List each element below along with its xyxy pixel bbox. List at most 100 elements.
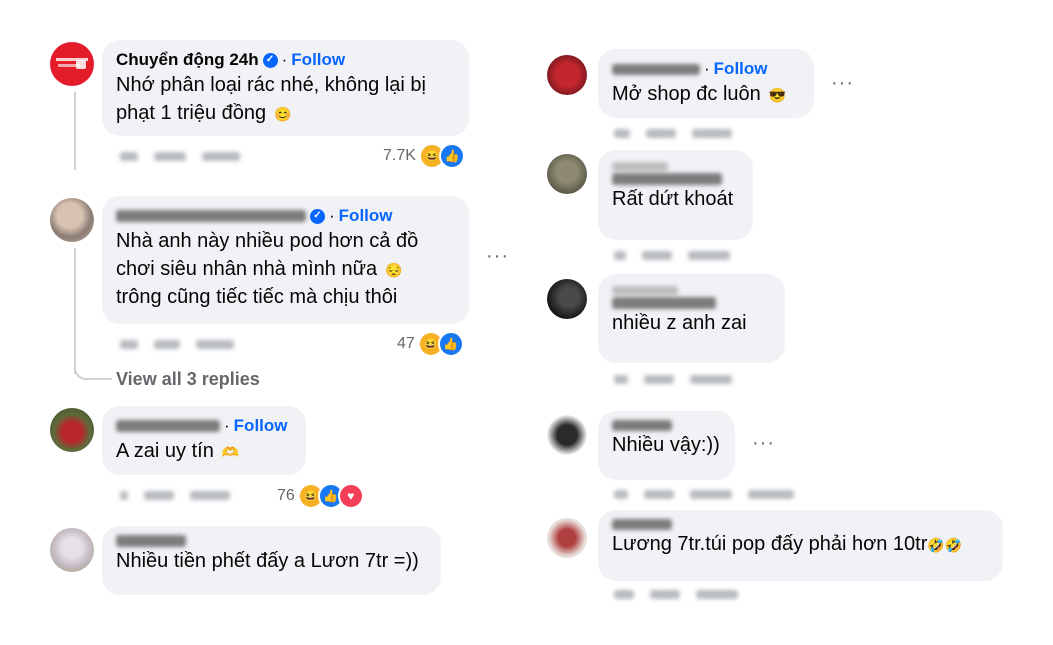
reaction-summary[interactable]: 47 😆 👍 <box>397 331 464 357</box>
avatar[interactable] <box>50 528 94 572</box>
edited-label <box>748 489 794 499</box>
comment-actions <box>120 337 234 351</box>
comment-bubble: Nhiều vậy:)) <box>598 411 735 480</box>
commenter-name[interactable] <box>612 519 672 530</box>
comment-text-line: Nhiều vậy:)) <box>612 434 720 456</box>
reaction-summary[interactable]: 7.7K 😆 👍 <box>383 143 465 169</box>
like-action[interactable] <box>650 589 680 599</box>
commenter-name[interactable]: Chuyển động 24h <box>116 49 259 71</box>
comment-text-line: phạt 1 triệu đồng <box>116 102 267 124</box>
love-reaction-icon: ♥ <box>337 483 364 509</box>
like-action[interactable] <box>154 339 180 349</box>
thread-elbow <box>74 356 112 380</box>
comment-bubble: Lương 7tr.túi pop đấy phải hơn 10tr🤣🤣 <box>598 510 1003 581</box>
like-action[interactable] <box>644 489 674 499</box>
time-label <box>120 490 128 500</box>
reply-action[interactable] <box>692 128 732 138</box>
more-options-icon[interactable]: ··· <box>486 245 509 268</box>
comment-text-line: nhiều z anh zai <box>612 312 747 334</box>
time-label <box>614 374 628 384</box>
like-action[interactable] <box>144 490 174 500</box>
comment-text-line: Nhà anh này nhiều pod hơn cả đồ <box>116 230 419 252</box>
comment-bubble: · Follow Mở shop đc luôn 😎 <box>598 49 814 118</box>
commenter-name[interactable] <box>612 63 700 75</box>
verified-badge-icon: ✓ <box>262 52 278 68</box>
avatar[interactable] <box>50 198 94 242</box>
time-label <box>120 339 138 349</box>
commenter-name[interactable] <box>612 297 716 309</box>
like-reaction-icon: 👍 <box>438 143 465 169</box>
view-replies-link[interactable]: View all 3 replies <box>116 369 260 390</box>
time-label <box>614 489 628 499</box>
comment-bubble: ✓ · Follow Nhà anh này nhiều pod hơn cả … <box>102 196 469 324</box>
comment-actions <box>614 587 738 601</box>
commenter-name[interactable] <box>116 535 186 547</box>
rofl-emoji-icon: 🤣🤣 <box>927 536 963 553</box>
comment-bubble: Rất dứt khoát <box>598 150 753 240</box>
reply-action[interactable] <box>688 250 730 260</box>
verified-badge-icon: ✓ <box>310 208 325 224</box>
comment-text-line: trông cũng tiếc tiếc mà chịu thôi <box>116 286 398 308</box>
reply-action[interactable] <box>690 489 732 499</box>
reaction-count: 76 <box>277 487 295 504</box>
comment-text-line: A zai uy tín <box>116 440 214 462</box>
reply-action[interactable] <box>202 151 240 161</box>
commenter-name[interactable] <box>612 420 672 431</box>
commenter-name[interactable] <box>116 420 220 432</box>
reaction-count: 47 <box>397 335 415 352</box>
comment-bubble: nhiều z anh zai <box>598 274 785 363</box>
like-action[interactable] <box>642 250 672 260</box>
comment-actions <box>120 488 230 502</box>
comment-bubble: Nhiều tiền phết đấy a Lươn 7tr =)) <box>102 526 441 595</box>
thread-line <box>74 92 76 170</box>
avatar[interactable] <box>547 154 587 194</box>
reply-action[interactable] <box>690 374 732 384</box>
comment-actions <box>614 248 730 262</box>
reply-action[interactable] <box>696 589 738 599</box>
time-label <box>614 128 630 138</box>
follow-button[interactable]: Follow <box>234 415 288 437</box>
comment-bubble: Chuyển động 24h ✓ · Follow Nhớ phân loại… <box>102 40 469 136</box>
avatar[interactable] <box>50 408 94 452</box>
follow-button[interactable]: Follow <box>714 58 768 80</box>
comment-text-line: Mở shop đc luôn <box>612 83 761 105</box>
more-options-icon[interactable]: ··· <box>752 432 775 455</box>
time-label <box>120 151 138 161</box>
reaction-count: 7.7K <box>383 147 416 164</box>
commenter-name[interactable] <box>612 173 722 185</box>
comment-text-line: Rất dứt khoát <box>612 188 734 210</box>
comment-text-line: Nhớ phân loại rác nhé, không lại bị <box>116 74 426 96</box>
more-options-icon[interactable]: ··· <box>831 72 854 95</box>
comment-text-line: chơi siêu nhân nhà mình nữa <box>116 258 378 280</box>
comment-bubble: · Follow A zai uy tín 🫶 <box>102 406 306 475</box>
avatar[interactable] <box>547 518 587 558</box>
like-reaction-icon: 👍 <box>437 331 464 357</box>
sunglasses-emoji-icon: 😎 <box>768 86 787 103</box>
follow-button[interactable]: Follow <box>291 49 345 71</box>
comment-actions <box>614 487 794 501</box>
avatar[interactable] <box>547 55 587 95</box>
follow-button[interactable]: Follow <box>339 205 393 227</box>
reaction-summary[interactable]: 76 😆 👍 ♥ <box>277 483 364 509</box>
like-action[interactable] <box>154 151 186 161</box>
avatar[interactable] <box>547 415 587 455</box>
relieved-emoji-icon: 😔 <box>384 261 403 278</box>
smile-emoji-icon: 😊 <box>273 105 292 122</box>
like-action[interactable] <box>646 128 676 138</box>
group-role-label <box>612 285 678 295</box>
comment-text-line: Lương 7tr.túi pop đấy phải hơn 10tr <box>612 533 928 555</box>
like-action[interactable] <box>644 374 674 384</box>
time-label <box>614 589 634 599</box>
comment-actions <box>614 126 732 140</box>
avatar[interactable] <box>50 42 94 86</box>
commenter-name[interactable] <box>116 210 306 222</box>
reply-action[interactable] <box>190 490 230 500</box>
time-label <box>614 250 626 260</box>
avatar[interactable] <box>547 279 587 319</box>
comment-text-line: Nhiều tiền phết đấy a Lươn 7tr =)) <box>116 550 419 572</box>
comment-actions <box>120 149 240 163</box>
reply-action[interactable] <box>196 339 234 349</box>
comment-actions <box>614 372 732 386</box>
group-role-label <box>612 161 668 171</box>
heart-hands-emoji-icon: 🫶 <box>221 443 240 460</box>
